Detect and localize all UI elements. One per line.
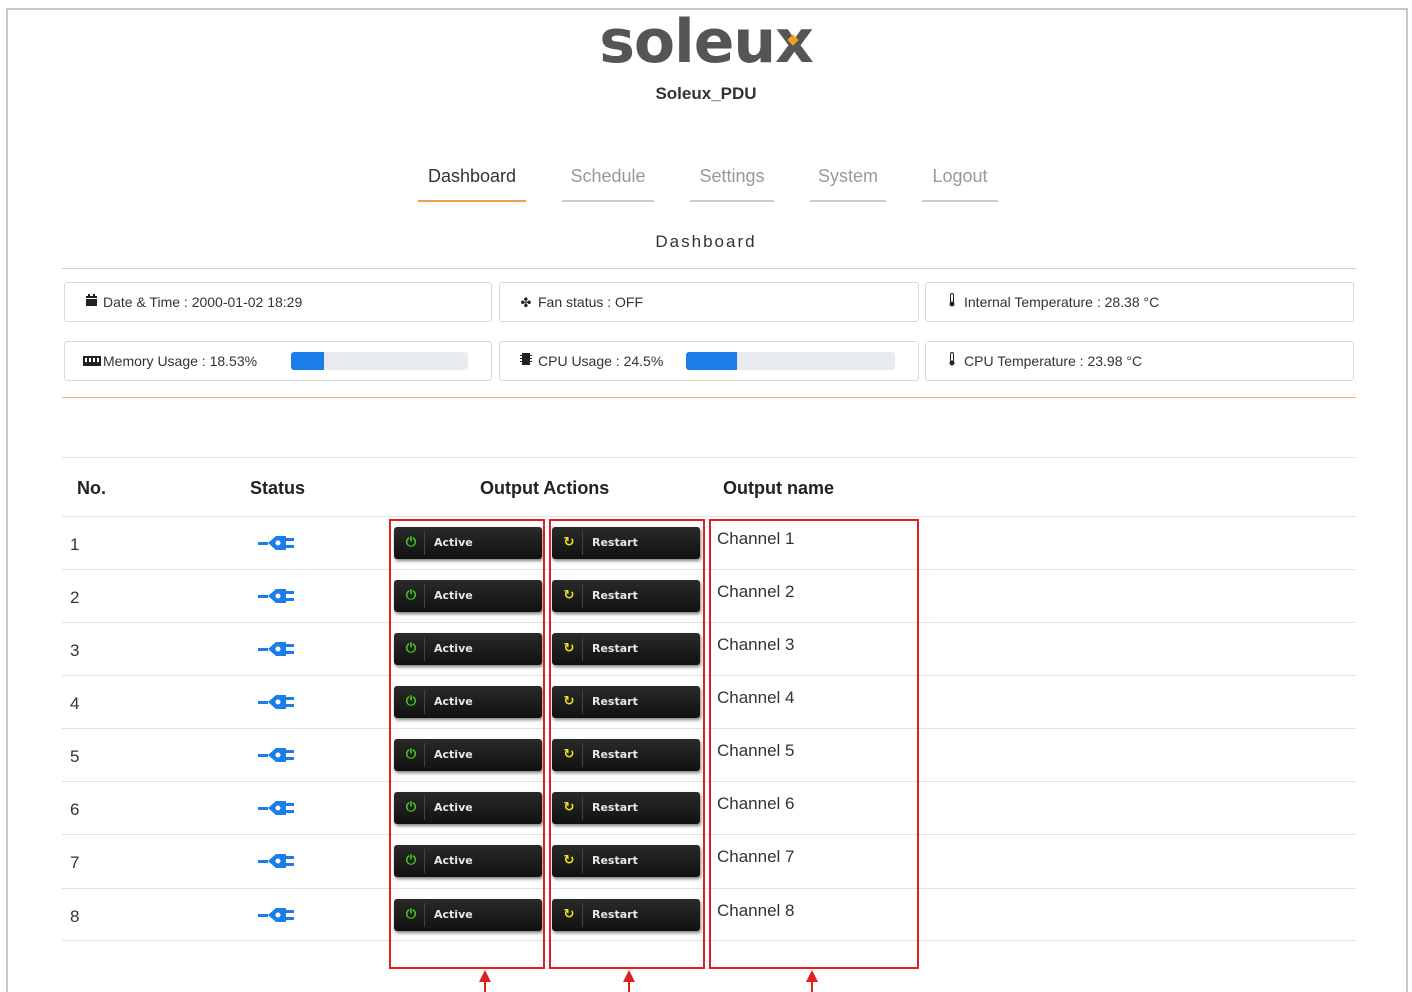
row-number: 5	[70, 747, 80, 766]
row-number: 2	[70, 588, 80, 607]
divider	[62, 268, 1356, 269]
plug-icon	[258, 638, 296, 660]
nav-logout[interactable]: Logout	[922, 162, 998, 202]
table-top-border	[62, 457, 1356, 458]
thermometer-icon	[944, 284, 960, 322]
plug-icon	[258, 797, 296, 819]
cpu-progress-fill	[686, 352, 738, 370]
brand: soleux	[0, 6, 1412, 78]
main-nav: Dashboard Schedule Settings System Logou…	[0, 162, 1412, 202]
calendar-icon	[83, 284, 99, 322]
memory-text: Memory Usage : 18.53%	[103, 353, 258, 369]
cpu-temp-box: CPU Temperature : 23.98 °C	[925, 341, 1354, 381]
header-status: Status	[250, 478, 306, 498]
thermometer-icon	[944, 343, 960, 381]
soleux-logo: soleux	[599, 7, 814, 77]
memory-icon	[83, 343, 101, 381]
row-number: 3	[70, 641, 80, 660]
fan-text: Fan status : OFF	[538, 294, 644, 310]
cpu-box: CPU Usage : 24.5%	[499, 341, 919, 381]
plug-icon	[258, 691, 296, 713]
plug-icon	[258, 532, 296, 554]
cpu-icon	[518, 343, 534, 381]
nav-system[interactable]: System	[810, 162, 886, 202]
nav-schedule[interactable]: Schedule	[562, 162, 654, 202]
datetime-box: Date & Time : 2000-01-02 18:29	[64, 282, 492, 322]
fan-icon: ✤	[520, 295, 532, 310]
plug-icon	[258, 850, 296, 872]
header-output-name: Output name	[723, 478, 834, 498]
row-number: 8	[70, 907, 80, 926]
cpu-progress-bar	[686, 352, 895, 370]
arrow-stem	[628, 981, 630, 992]
page-title: Dashboard	[655, 232, 757, 251]
device-name: Soleux_PDU	[655, 84, 757, 103]
row-number: 7	[70, 853, 80, 872]
internal-temp-text: Internal Temperature : 28.38 °C	[964, 294, 1160, 310]
internal-temp-box: Internal Temperature : 28.38 °C	[925, 282, 1354, 322]
memory-progress-fill	[291, 352, 324, 370]
highlight-active-column	[389, 519, 545, 969]
memory-progress-bar	[291, 352, 468, 370]
arrow-stem	[484, 981, 486, 992]
header-no: No.	[77, 478, 106, 498]
nav-settings[interactable]: Settings	[690, 162, 774, 202]
row-number: 1	[70, 535, 80, 554]
row-number: 4	[70, 694, 80, 713]
cpu-text: CPU Usage : 24.5%	[538, 353, 664, 369]
plug-icon	[258, 585, 296, 607]
memory-box: Memory Usage : 18.53%	[64, 341, 492, 381]
plug-icon	[258, 744, 296, 766]
fan-box: ✤ Fan status : OFF	[499, 282, 919, 322]
cpu-temp-text: CPU Temperature : 23.98 °C	[964, 353, 1143, 369]
orange-divider	[62, 397, 1356, 398]
datetime-text: Date & Time : 2000-01-02 18:29	[103, 294, 303, 310]
header-output-actions: Output Actions	[480, 478, 610, 498]
row-number: 6	[70, 800, 80, 819]
nav-dashboard[interactable]: Dashboard	[418, 162, 526, 202]
highlight-name-column	[709, 519, 919, 969]
highlight-restart-column	[549, 519, 705, 969]
plug-icon	[258, 904, 296, 926]
arrow-stem	[811, 981, 813, 992]
